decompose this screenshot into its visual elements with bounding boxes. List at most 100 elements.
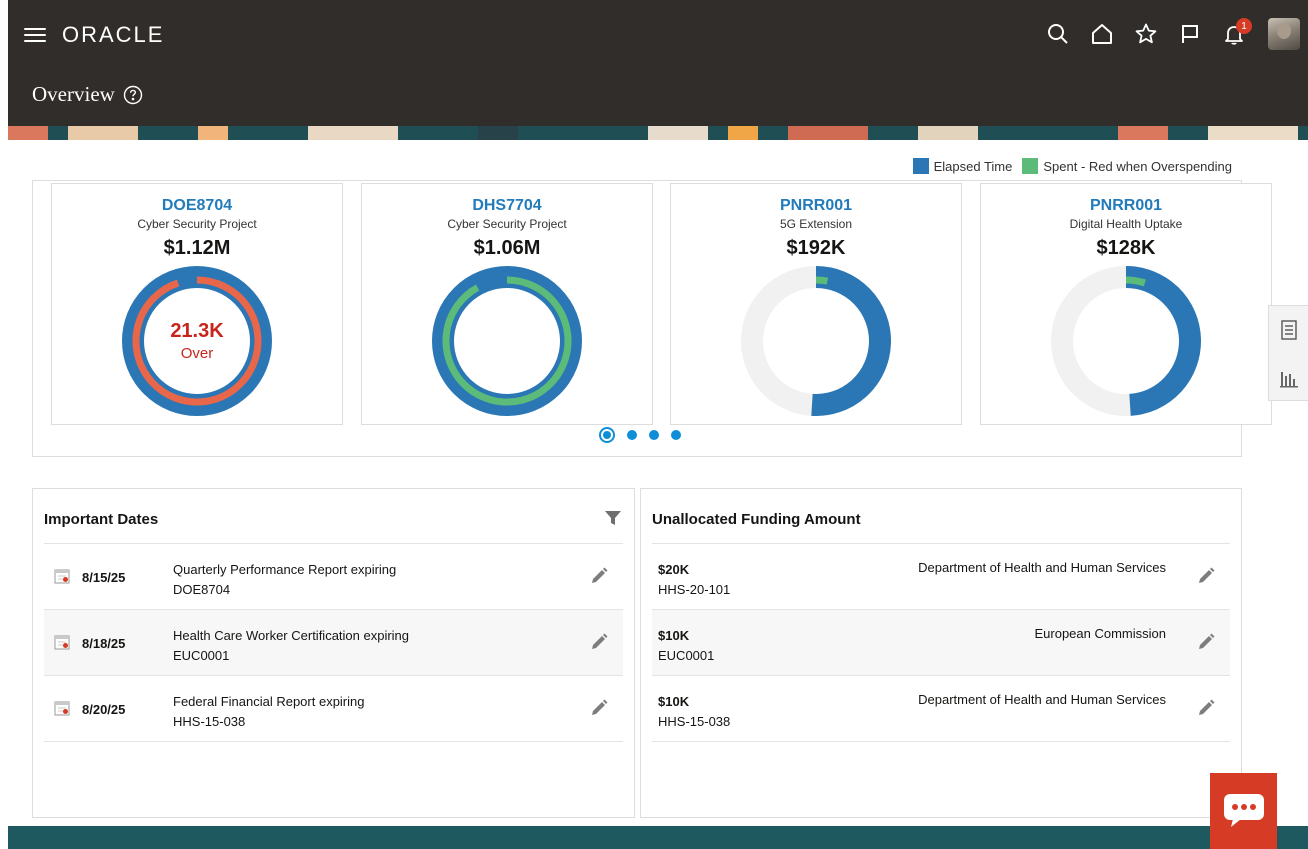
unallocated-funding-panel: Unallocated Funding Amount $20K HHS-20-1… — [640, 488, 1242, 818]
edit-pencil-icon[interactable] — [589, 632, 609, 652]
donut-center — [1074, 289, 1178, 393]
unallocated-funding-row[interactable]: $20K HHS-20-101 Department of Health and… — [652, 544, 1230, 610]
project-card[interactable]: DOE8704 Cyber Security Project $1.12M 21.… — [51, 183, 343, 425]
project-card[interactable]: DHS7704 Cyber Security Project $1.06M — [361, 183, 653, 425]
analytics-chart-icon[interactable] — [1269, 354, 1308, 402]
chat-bubble-icon — [1223, 794, 1264, 827]
legend-label: Elapsed Time — [933, 158, 1013, 174]
funding-amount: $20K — [658, 562, 690, 577]
project-donut-chart — [432, 266, 582, 416]
project-donut-chart — [741, 266, 891, 416]
date-description: Federal Financial Report expiring HHS-15… — [173, 692, 364, 732]
edit-pencil-icon[interactable] — [589, 566, 609, 586]
carousel-page-dot[interactable] — [627, 430, 637, 440]
project-code-link[interactable]: PNRR001 — [981, 197, 1271, 215]
left-margin — [0, 0, 8, 849]
page-title: Overview — [32, 82, 143, 107]
important-dates-title: Important Dates — [44, 511, 159, 528]
menu-icon[interactable] — [24, 24, 46, 44]
chat-assistant-button[interactable] — [1210, 773, 1277, 849]
important-date-row[interactable]: 8/15/25 Quarterly Performance Report exp… — [44, 544, 623, 610]
header-toolbar: 1 — [1036, 12, 1300, 56]
unallocated-funding-title: Unallocated Funding Amount — [652, 511, 861, 528]
funding-amount: $10K — [658, 694, 690, 709]
project-donut-chart — [1051, 266, 1201, 416]
due-date: 8/15/25 — [82, 570, 126, 585]
notifications-bell-icon[interactable]: 1 — [1212, 12, 1256, 56]
funding-agency: European Commission — [1034, 626, 1166, 641]
award-reference: DOE8704 — [173, 582, 231, 597]
unallocated-funding-list: $20K HHS-20-101 Department of Health and… — [652, 543, 1230, 742]
calendar-icon — [54, 569, 70, 584]
legend-swatch-elapsed — [912, 158, 929, 174]
user-avatar[interactable] — [1268, 18, 1300, 50]
donut-center — [455, 289, 559, 393]
unallocated-funding-row[interactable]: $10K EUC0001 European Commission — [652, 610, 1230, 676]
edit-pencil-icon[interactable] — [1196, 632, 1216, 652]
overspend-label: 21.3K Over — [122, 266, 272, 416]
date-description: Health Care Worker Certification expirin… — [173, 626, 409, 666]
legend-swatch-spent — [1022, 158, 1039, 174]
legend-elapsed-time: Elapsed Time — [912, 158, 1013, 174]
important-dates-panel: Important Dates 8/15/25 Quarterly Perfor… — [32, 488, 635, 818]
edit-pencil-icon[interactable] — [1196, 566, 1216, 586]
donut-svg — [741, 266, 891, 416]
important-date-row[interactable]: 8/18/25 Health Care Worker Certification… — [44, 610, 623, 676]
due-date: 8/18/25 — [82, 636, 126, 651]
footer-banner — [8, 826, 1308, 849]
edit-pencil-icon[interactable] — [1196, 698, 1216, 718]
legend-spent: Spent - Red when Overspending — [1022, 158, 1232, 174]
funding-agency: Department of Health and Human Services — [918, 692, 1166, 707]
spent-arc — [815, 276, 829, 285]
project-amount: $192K — [786, 237, 846, 259]
funding-amount-block: $10K HHS-15-038 — [658, 692, 730, 732]
oracle-logo[interactable]: ORACLE — [62, 22, 164, 48]
calendar-icon — [54, 701, 70, 716]
side-tool-rail — [1268, 305, 1308, 401]
due-date: 8/20/25 — [82, 702, 126, 717]
project-name: Digital Health Uptake — [1069, 217, 1183, 231]
project-name: Cyber Security Project — [447, 217, 567, 231]
project-card[interactable]: PNRR001 Digital Health Uptake $128K — [980, 183, 1272, 425]
carousel-page-dot[interactable] — [649, 430, 659, 440]
global-header: ORACLE 1 Overview — [8, 0, 1308, 126]
important-dates-list: 8/15/25 Quarterly Performance Report exp… — [44, 543, 623, 742]
spent-arc — [1125, 276, 1146, 287]
decorative-banner — [8, 126, 1308, 140]
page-title-text: Overview — [32, 82, 115, 106]
project-code-link[interactable]: DHS7704 — [362, 197, 652, 215]
search-icon[interactable] — [1036, 12, 1080, 56]
award-reference: EUC0001 — [173, 648, 230, 663]
edit-pencil-icon[interactable] — [589, 698, 609, 718]
project-code-link[interactable]: DOE8704 — [52, 197, 342, 215]
watchlist-flag-icon[interactable] — [1168, 12, 1212, 56]
chart-legend: Elapsed Time Spent - Red when Overspendi… — [903, 158, 1232, 174]
donut-svg — [432, 266, 582, 416]
unallocated-funding-row[interactable]: $10K HHS-15-038 Department of Health and… — [652, 676, 1230, 742]
funding-reference: EUC0001 — [658, 648, 715, 663]
overspend-status: Over — [180, 345, 214, 362]
award-reference: HHS-15-038 — [173, 714, 246, 729]
legend-label: Spent - Red when Overspending — [1043, 158, 1232, 174]
project-card[interactable]: PNRR001 5G Extension $192K — [670, 183, 962, 425]
project-name: Cyber Security Project — [137, 217, 257, 231]
funding-reference: HHS-20-101 — [658, 582, 731, 597]
home-icon[interactable] — [1080, 12, 1124, 56]
project-code-link[interactable]: PNRR001 — [671, 197, 961, 215]
event-description: Health Care Worker Certification expirin… — [173, 628, 410, 643]
important-date-row[interactable]: 8/20/25 Federal Financial Report expirin… — [44, 676, 623, 742]
donut-center — [764, 289, 868, 393]
funding-amount: $10K — [658, 628, 690, 643]
project-donut-chart: 21.3K Over — [122, 266, 272, 416]
filter-icon[interactable] — [604, 509, 622, 527]
event-description: Quarterly Performance Report expiring — [173, 562, 397, 577]
tasks-list-icon[interactable] — [1269, 306, 1308, 354]
donut-svg — [1051, 266, 1201, 416]
favorites-star-icon[interactable] — [1124, 12, 1168, 56]
carousel-page-dot[interactable] — [599, 427, 615, 443]
project-carousel: DOE8704 Cyber Security Project $1.12M 21.… — [32, 180, 1272, 457]
help-icon[interactable] — [123, 85, 143, 105]
funding-amount-block: $10K EUC0001 — [658, 626, 714, 666]
carousel-pagination — [593, 427, 687, 443]
carousel-page-dot[interactable] — [671, 430, 681, 440]
